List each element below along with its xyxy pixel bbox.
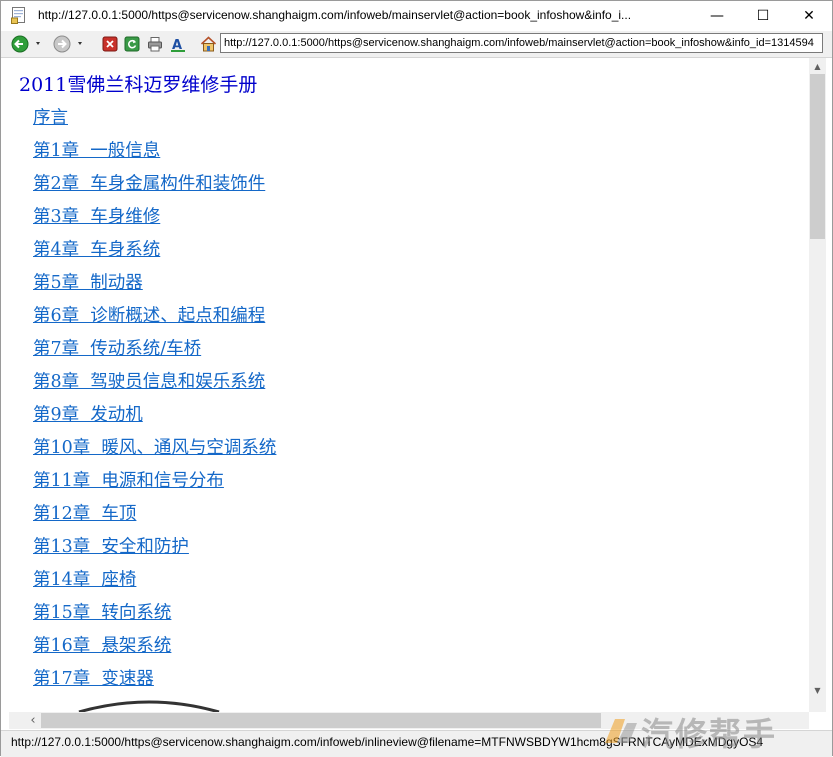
close-button[interactable]: ✕ [786,1,832,31]
toc-link-chapter-13[interactable]: 第13章 安全和防护 [33,537,189,557]
home-button[interactable] [199,34,217,54]
maximize-icon: ☐ [756,8,770,24]
stop-button[interactable] [101,34,119,54]
toc-item: 第4章 车身系统 [33,236,276,269]
toc-item: 第14章 座椅 [33,566,276,599]
toc-item: 第3章 车身维修 [33,203,276,236]
toc-link-chapter-1[interactable]: 第1章 一般信息 [33,141,160,161]
toc-item: 第2章 车身金属构件和装饰件 [33,170,276,203]
toc-link-chapter-2[interactable]: 第2章 车身金属构件和装饰件 [33,174,265,194]
toc-link-chapter-5[interactable]: 第5章 制动器 [33,273,143,293]
toc-item: 序言 [33,104,276,137]
forward-button[interactable] [51,34,87,54]
scroll-down-arrow-icon[interactable]: ▼ [809,682,826,698]
stop-icon [102,36,118,52]
toc-link-preface[interactable]: 序言 [33,108,68,128]
watermark-text: 汽修帮手 [641,715,778,753]
title-bar: http://127.0.0.1:5000/https@servicenow.s… [1,1,832,31]
address-bar[interactable]: http://127.0.0.1:5000/https@servicenow.s… [220,33,823,53]
font-size-icon: A [171,38,185,52]
forward-arrow-icon [53,35,82,53]
minimize-button[interactable]: — [694,1,740,31]
toc-item: 第10章 暖风、通风与空调系统 [33,434,276,467]
toc-item: 第6章 诊断概述、起点和编程 [33,302,276,335]
page-icon [11,7,25,24]
scroll-up-arrow-icon[interactable]: ▲ [809,58,826,74]
browser-window: http://127.0.0.1:5000/https@servicenow.s… [0,0,833,757]
page-content: 2011雪佛兰科迈罗维修手册 序言 第1章 一般信息 第2章 车身金属构件和装饰… [9,58,809,712]
toc-item: 第17章 变速器 [33,665,276,698]
toc-link-chapter-17[interactable]: 第17章 变速器 [33,669,154,689]
toc-link-chapter-8[interactable]: 第8章 驾驶员信息和娱乐系统 [33,372,265,392]
watermark-logo-icon [605,719,637,743]
page-title: 2011雪佛兰科迈罗维修手册 [19,74,258,96]
vertical-scrollbar[interactable]: ▲ ▼ [809,58,826,712]
horizontal-scroll-thumb[interactable] [41,713,601,728]
toc-link-chapter-12[interactable]: 第12章 车顶 [33,504,136,524]
toc-link-chapter-10[interactable]: 第10章 暖风、通风与空调系统 [33,438,276,458]
printer-icon [148,37,162,52]
svg-text:A: A [172,38,182,52]
toc-item: 第15章 转向系统 [33,599,276,632]
font-button[interactable]: A [169,34,187,54]
print-button[interactable] [146,34,164,54]
toc-link-chapter-9[interactable]: 第9章 发动机 [33,405,143,425]
scroll-left-arrow-icon[interactable]: ‹ [25,712,41,729]
toc-link-chapter-6[interactable]: 第6章 诊断概述、起点和编程 [33,306,265,326]
toc-link-chapter-11[interactable]: 第11章 电源和信号分布 [33,471,224,491]
toc-link-chapter-7[interactable]: 第7章 传动系统/车桥 [33,339,201,359]
toc-link-chapter-3[interactable]: 第3章 车身维修 [33,207,160,227]
toolbar: A http://127.0.0.1:5000/https@servicenow… [1,31,832,58]
toc-item: 第5章 制动器 [33,269,276,302]
toc-list: 序言 第1章 一般信息 第2章 车身金属构件和装饰件 第3章 车身维修 第4章 … [33,104,276,698]
toc-item: 第13章 安全和防护 [33,533,276,566]
window-title: http://127.0.0.1:5000/https@servicenow.s… [38,8,632,22]
maximize-button[interactable]: ☐ [740,1,786,31]
back-arrow-icon [11,35,40,53]
home-icon [200,36,216,52]
toc-link-chapter-4[interactable]: 第4章 车身系统 [33,240,160,260]
address-bar-url: http://127.0.0.1:5000/https@servicenow.s… [224,37,814,49]
partial-image-arc [78,700,220,712]
refresh-button[interactable] [123,34,141,54]
toc-item: 第1章 一般信息 [33,137,276,170]
toc-link-chapter-16[interactable]: 第16章 悬架系统 [33,636,171,656]
close-icon: ✕ [803,8,815,24]
toc-item: 第7章 传动系统/车桥 [33,335,276,368]
vertical-scroll-thumb[interactable] [810,74,825,239]
toc-item: 第11章 电源和信号分布 [33,467,276,500]
minimize-icon: — [710,8,724,24]
toc-item: 第9章 发动机 [33,401,276,434]
toc-item: 第12章 车顶 [33,500,276,533]
toc-item: 第8章 驾驶员信息和娱乐系统 [33,368,276,401]
refresh-icon [124,36,140,52]
back-button[interactable] [9,34,45,54]
toc-item: 第16章 悬架系统 [33,632,276,665]
toc-link-chapter-15[interactable]: 第15章 转向系统 [33,603,171,623]
toc-link-chapter-14[interactable]: 第14章 座椅 [33,570,136,590]
watermark: 汽修帮手 [601,707,831,753]
